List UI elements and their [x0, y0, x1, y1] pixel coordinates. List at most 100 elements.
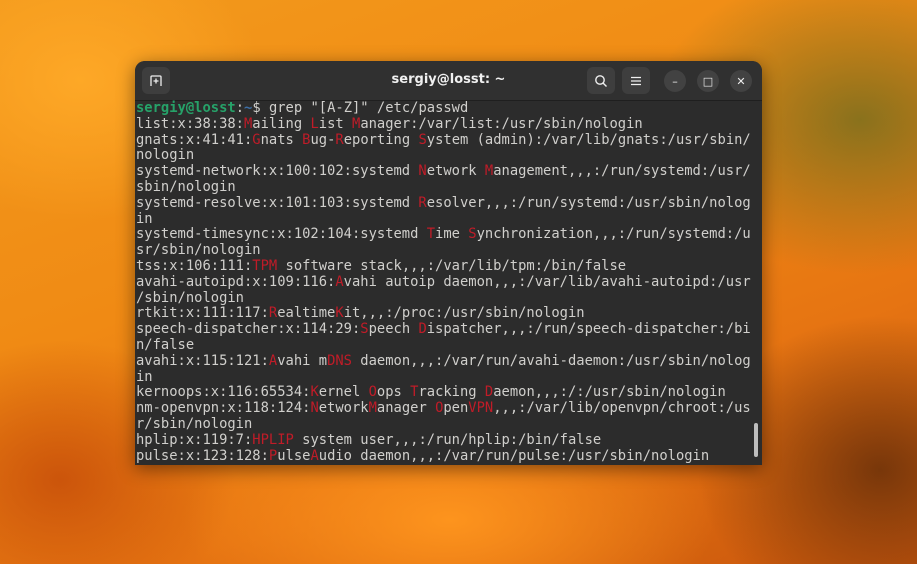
output-text: vahi m — [277, 352, 328, 369]
match-highlight: S — [360, 321, 369, 338]
output-line: pulse:x:123:128:PulseAudio daemon,,,:/va… — [136, 447, 751, 465]
match-highlight: DNS — [327, 352, 352, 369]
output-line: n/false — [136, 336, 751, 354]
output-line: in — [136, 369, 751, 386]
match-highlight: N — [418, 163, 427, 180]
minimize-button[interactable]: – — [664, 70, 686, 92]
output-text: software stack,,,:/var/lib/tpm:/bin/fals… — [277, 257, 627, 274]
output-text: nm-openvpn:x:118:124: — [136, 400, 311, 417]
output-line: avahi:x:115:121:Avahi mDNS daemon,,,:/va… — [136, 352, 751, 370]
output-line: nm-openvpn:x:118:124:NetworkManager Open… — [136, 400, 751, 417]
output-text: ug- — [310, 131, 336, 148]
match-highlight: S — [468, 226, 477, 243]
close-icon: ✕ — [736, 74, 746, 88]
output-line: kernoops:x:116:65534:Kernel Oops Trackin… — [136, 384, 751, 401]
output-line: r/sbin/nologin — [136, 415, 751, 433]
output-line: sr/sbin/nologin — [136, 242, 751, 259]
match-highlight: T — [426, 226, 436, 243]
output-text: systemd-network:x:100:102:systemd — [136, 163, 419, 180]
output-text: esolver,,,:/run/systemd:/usr/sbin/nolog — [426, 194, 751, 211]
maximize-button[interactable]: □ — [697, 70, 719, 92]
output-text: pulse:x:123:128: — [136, 447, 269, 464]
scrollbar[interactable] — [754, 423, 758, 457]
match-highlight: K — [335, 305, 344, 322]
output-text: systemd-resolve:x:101:103:systemd — [136, 194, 419, 211]
output-text: anagement,,,:/run/systemd:/usr/ — [493, 163, 751, 180]
close-button[interactable]: ✕ — [730, 70, 752, 92]
output-text: gnats:x:41:41: — [136, 131, 253, 148]
search-icon — [595, 74, 607, 87]
output-text: avahi:x:115:121: — [136, 352, 269, 369]
menu-button[interactable] — [622, 67, 650, 94]
match-highlight: D — [484, 384, 494, 401]
prompt-separator: : — [235, 100, 244, 116]
output-text: etwork — [426, 163, 485, 180]
output-text: kernoops:x:116:65534: — [136, 384, 311, 401]
output-text: system user,,,:/run/hplip:/bin/false — [293, 431, 602, 448]
output-text: in — [136, 210, 153, 227]
match-highlight: A — [310, 447, 319, 464]
output-text: nats — [260, 131, 303, 148]
output-text: anager:/var/list:/usr/sbin/nologin — [360, 115, 643, 132]
output-text: ynchronization,,,:/run/systemd:/u — [476, 226, 751, 243]
output-text: peech — [368, 321, 419, 338]
search-button[interactable] — [587, 67, 615, 94]
command-text: grep "[A-Z]" /etc/passwd — [268, 100, 469, 116]
output-text: anager — [376, 400, 436, 417]
output-line: systemd-network:x:100:102:systemd Networ… — [136, 163, 751, 180]
output-text: eporting — [343, 131, 419, 148]
output-text: pen — [443, 400, 469, 417]
output-text: ,,,:/var/lib/openvpn/chroot:/us — [493, 400, 751, 417]
output-text: etwork — [318, 400, 369, 417]
output-line: in — [136, 210, 751, 228]
output-text: it,,,:/proc:/usr/sbin/nologin — [343, 305, 585, 322]
output-text: n/false — [136, 336, 195, 353]
output-line: list:x:38:38:Mailing List Manager:/var/l… — [136, 115, 751, 133]
match-highlight: VPN — [468, 400, 494, 417]
output-text: list:x:38:38: — [136, 115, 244, 132]
prompt-line: sergiy@losst:~$ grep "[A-Z]" /etc/passwd — [136, 100, 751, 117]
match-highlight: A — [268, 352, 278, 369]
output-text: systemd-timesync:x:102:104:systemd — [136, 226, 427, 243]
match-highlight: G — [252, 131, 261, 148]
output-line: speech-dispatcher:x:114:29:Speech Dispat… — [136, 321, 751, 338]
output-text: ime — [435, 226, 469, 243]
match-highlight: K — [310, 384, 319, 401]
output-line: sbin/nologin — [136, 178, 751, 196]
output-text: vahi autoip daemon,,,:/var/lib/avahi-aut… — [343, 273, 751, 290]
terminal-window: sergiy@losst: ~ – □ ✕ sergiy@losst:~$ gr… — [135, 61, 762, 465]
match-highlight: R — [335, 131, 344, 148]
prompt-symbol: $ — [252, 100, 269, 116]
output-text: ulse — [277, 447, 311, 464]
output-text: avahi-autoipd:x:109:116: — [136, 273, 336, 290]
match-highlight: M — [368, 400, 377, 417]
output-text: ealtime — [277, 305, 336, 322]
output-line: rtkit:x:111:117:RealtimeKit,,,:/proc:/us… — [136, 305, 751, 322]
output-text: udio daemon,,,:/var/run/pulse:/usr/sbin/… — [318, 447, 710, 464]
output-text: r/sbin/nologin — [136, 415, 253, 432]
output-line: systemd-timesync:x:102:104:systemd Time … — [136, 226, 751, 243]
match-highlight: D — [418, 321, 427, 338]
match-highlight: N — [310, 400, 319, 417]
output-text: ispatcher,,,:/run/speech-dispatcher:/bi — [426, 321, 751, 338]
output-text: racking — [418, 384, 485, 401]
output-text: daemon,,,:/var/run/avahi-daemon:/usr/sbi… — [351, 352, 751, 369]
maximize-icon: □ — [702, 74, 714, 88]
output-text: ist — [318, 115, 352, 132]
output-text: hplip:x:119:7: — [136, 431, 253, 448]
terminal-output[interactable]: sergiy@losst:~$ grep "[A-Z]" /etc/passwd… — [136, 100, 751, 465]
output-text: sbin/nologin — [136, 178, 236, 195]
match-highlight: S — [418, 131, 427, 148]
output-text: rtkit:x:111:117: — [136, 305, 269, 322]
output-line: systemd-resolve:x:101:103:systemd Resolv… — [136, 194, 751, 212]
output-line: avahi-autoipd:x:109:116:Avahi autoip dae… — [136, 273, 751, 291]
match-highlight: R — [418, 194, 427, 211]
output-text: ailing — [252, 115, 311, 132]
header-bar: sergiy@losst: ~ – □ ✕ — [135, 61, 762, 101]
match-highlight: TPM — [252, 257, 278, 274]
match-highlight: R — [268, 305, 278, 322]
output-text: aemon,,,:/:/usr/sbin/nologin — [493, 384, 726, 401]
hamburger-menu-icon — [631, 76, 641, 85]
match-highlight: P — [268, 447, 278, 464]
output-text: /sbin/nologin — [136, 289, 244, 306]
